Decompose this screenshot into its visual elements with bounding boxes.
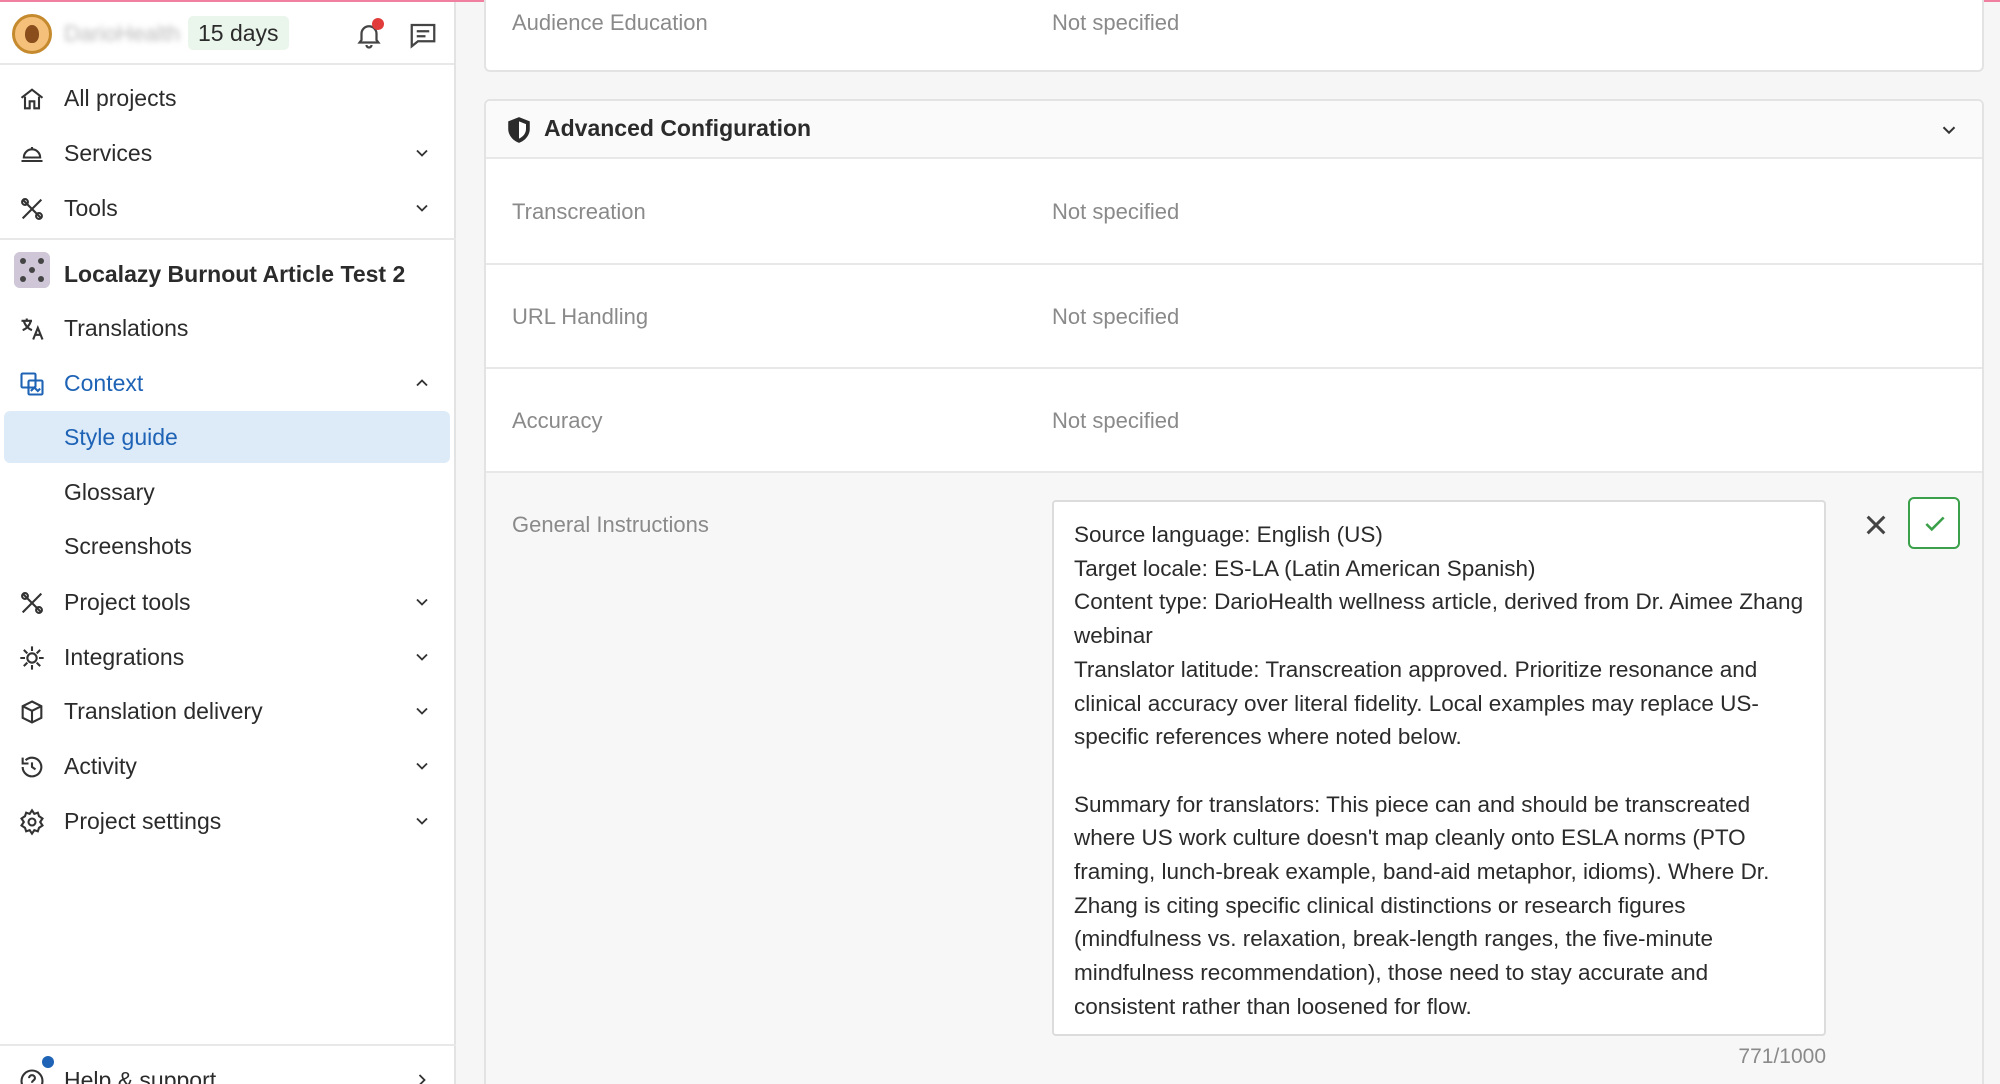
url-handling-label: URL Handling <box>512 304 649 329</box>
tools-icon <box>18 589 46 617</box>
delivery-box-icon <box>18 698 46 726</box>
nav-project-settings[interactable]: Project settings <box>0 795 456 847</box>
sidebar: DarioHealth 15 days All projects Service… <box>0 2 456 1084</box>
nav-help-support-label: Help & support <box>64 1067 217 1084</box>
general-instructions-textarea[interactable]: Source language: English (US) Target loc… <box>1052 500 1826 1036</box>
config-row-accuracy: Accuracy Not specified <box>486 369 1982 471</box>
chevron-right-icon <box>412 1070 432 1084</box>
config-row-transcreation: Transcreation Not specified <box>486 159 1982 263</box>
nav-all-projects-label: All projects <box>64 85 177 111</box>
audience-education-label: Audience Education <box>512 10 708 35</box>
chevron-down-icon <box>412 198 432 218</box>
save-edit-button[interactable] <box>1908 497 1960 549</box>
nav-services-label: Services <box>64 140 153 166</box>
nav-screenshots[interactable]: Screenshots <box>0 520 456 572</box>
nav-help-support[interactable]: Help & support <box>0 1054 456 1084</box>
home-icon <box>18 85 46 113</box>
nav-translations[interactable]: Translations <box>0 302 456 354</box>
gear-icon <box>18 808 46 836</box>
nav-style-guide-label: Style guide <box>64 424 178 450</box>
messages-icon[interactable] <box>408 20 438 50</box>
nav-context[interactable]: Context <box>0 357 456 409</box>
project-avatar-icon <box>14 252 50 288</box>
style-guide-card-basic: Audience Education Not specified <box>484 0 1984 72</box>
nav-screenshots-label: Screenshots <box>64 533 192 559</box>
general-instructions-label: General Instructions <box>512 512 709 537</box>
nav-tools[interactable]: Tools <box>0 182 456 234</box>
org-name[interactable]: DarioHealth <box>64 21 180 47</box>
context-icon <box>18 370 46 398</box>
trial-days-badge[interactable]: 15 days <box>188 16 289 50</box>
translate-icon <box>18 315 46 343</box>
chevron-down-icon <box>412 701 432 721</box>
nav-translation-delivery-label: Translation delivery <box>64 698 263 724</box>
cancel-edit-button[interactable] <box>1856 505 1896 545</box>
accuracy-value[interactable]: Not specified <box>1052 408 1179 434</box>
nav-glossary-label: Glossary <box>64 479 155 505</box>
config-row-url-handling: URL Handling Not specified <box>486 265 1982 367</box>
sidebar-divider <box>0 1044 456 1046</box>
transcreation-value[interactable]: Not specified <box>1052 199 1179 225</box>
advanced-configuration-title: Advanced Configuration <box>544 115 812 141</box>
nav-context-label: Context <box>64 370 144 396</box>
history-icon <box>18 753 46 781</box>
nav-services[interactable]: Services <box>0 127 456 179</box>
nav-translation-delivery[interactable]: Translation delivery <box>0 685 456 737</box>
audience-education-value[interactable]: Not specified <box>1052 10 1179 36</box>
help-icon <box>18 1067 46 1084</box>
nav-tools-label: Tools <box>64 195 118 221</box>
nav-integrations[interactable]: Integrations <box>0 631 456 683</box>
chevron-down-icon <box>412 647 432 667</box>
chevron-up-icon <box>412 373 432 393</box>
nav-project-tools[interactable]: Project tools <box>0 576 456 628</box>
nav-translations-label: Translations <box>64 315 189 341</box>
nav-project-tools-label: Project tools <box>64 589 191 615</box>
chevron-down-icon <box>412 811 432 831</box>
services-icon <box>18 140 46 168</box>
sidebar-divider <box>0 238 456 240</box>
shield-icon <box>506 116 532 144</box>
nav-glossary[interactable]: Glossary <box>0 466 456 518</box>
url-handling-value[interactable]: Not specified <box>1052 304 1179 330</box>
config-row-general-instructions: General Instructions Source language: En… <box>486 473 1982 1084</box>
project-name[interactable]: Localazy Burnout Article Test 2 <box>64 261 405 288</box>
chevron-down-icon <box>412 592 432 612</box>
notification-dot <box>372 18 384 30</box>
accuracy-label: Accuracy <box>512 408 603 433</box>
org-avatar[interactable] <box>12 14 52 54</box>
chevron-down-icon[interactable] <box>1938 119 1960 141</box>
nav-all-projects[interactable]: All projects <box>0 72 456 124</box>
character-counter: 771/1000 <box>1738 1045 1826 1068</box>
nav-activity[interactable]: Activity <box>0 740 456 792</box>
sidebar-header: DarioHealth 15 days <box>0 2 454 65</box>
nav-project-settings-label: Project settings <box>64 808 222 834</box>
checkmark-icon <box>1922 511 1948 537</box>
nav-style-guide[interactable]: Style guide <box>4 411 450 463</box>
nav-activity-label: Activity <box>64 753 137 779</box>
chevron-down-icon <box>412 756 432 776</box>
transcreation-label: Transcreation <box>512 199 646 224</box>
tools-icon <box>18 195 46 223</box>
advanced-configuration-header[interactable]: Advanced Configuration <box>486 101 1982 159</box>
advanced-configuration-card: Advanced Configuration Transcreation Not… <box>484 99 1984 1084</box>
chevron-down-icon <box>412 143 432 163</box>
nav-integrations-label: Integrations <box>64 644 185 670</box>
integrations-icon <box>18 644 46 672</box>
help-notification-dot <box>42 1056 54 1068</box>
